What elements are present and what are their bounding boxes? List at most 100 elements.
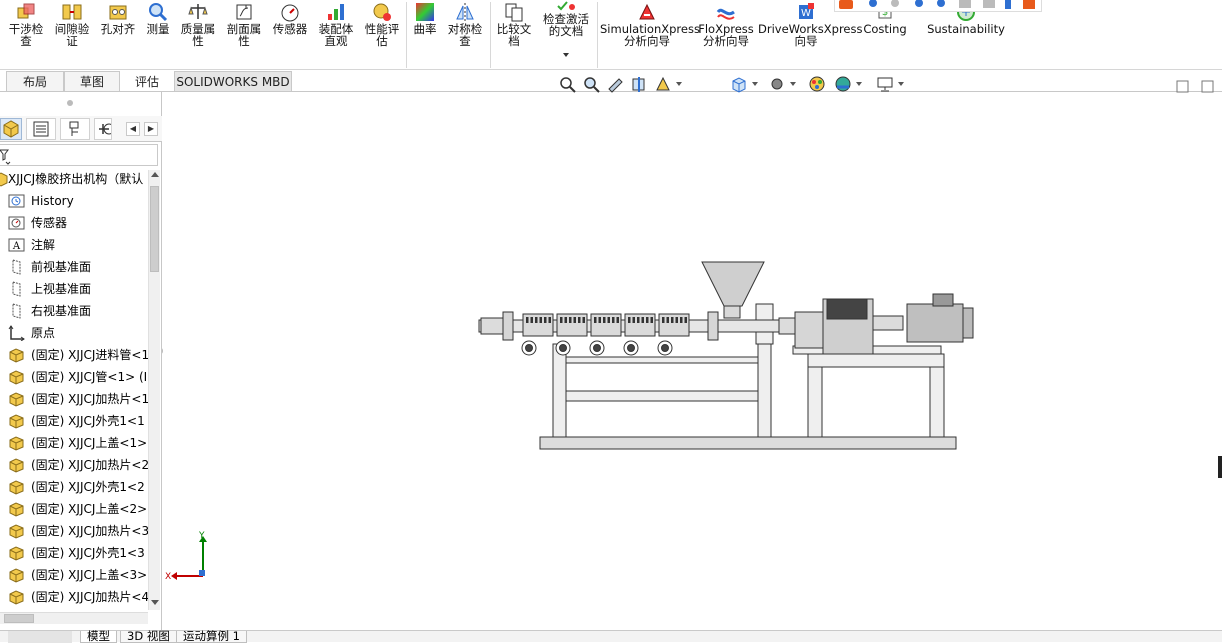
tab-3d-views[interactable]: 3D 视图 — [120, 630, 177, 643]
dynamic-annotation-icon[interactable] — [654, 75, 672, 93]
configuration-manager-icon — [69, 121, 79, 136]
chevron-down-icon[interactable] — [898, 82, 904, 86]
maximize-icon[interactable] — [1201, 80, 1214, 93]
scroll-down-icon[interactable] — [151, 600, 159, 605]
heater-fin — [544, 317, 547, 323]
edit-appearance-icon[interactable] — [808, 75, 826, 93]
tab-sketch[interactable]: 草图 — [64, 71, 120, 91]
tab-scroll-left[interactable]: ◀ — [126, 122, 140, 136]
tab-feature-tree[interactable] — [0, 118, 22, 140]
zoom-to-area-icon[interactable] — [582, 75, 600, 93]
tree-item-part[interactable]: (固定) XJJCJ外壳1<1 — [0, 410, 148, 432]
tree-item-right-plane[interactable]: 右视基准面 — [0, 300, 148, 322]
scrollbar-thumb[interactable] — [150, 186, 159, 272]
tree-item-origin[interactable]: 原点 — [0, 322, 148, 344]
heater-fin — [641, 317, 644, 323]
tree-item-part[interactable]: (固定) XJJCJ加热片<1 — [0, 388, 148, 410]
tab-configuration-manager[interactable] — [60, 118, 90, 140]
curvature-icon — [415, 2, 435, 22]
sensor-button[interactable]: 传感器 — [268, 0, 312, 70]
clearance-verification-button[interactable]: 间隙验 证 — [50, 0, 94, 70]
tree-item-part[interactable]: (固定) XJJCJ上盖<1> — [0, 432, 148, 454]
tab-nav-arrows[interactable] — [8, 631, 72, 643]
part-icon — [9, 590, 24, 605]
hole-alignment-button[interactable]: 孔对齐 — [96, 0, 140, 70]
heater-fin — [578, 317, 581, 323]
display-style-icon[interactable] — [768, 75, 786, 93]
part-icon — [9, 568, 24, 583]
svg-text:W: W — [801, 8, 811, 19]
symmetry-check-button[interactable]: 对称检 查 — [443, 0, 487, 70]
part-icon — [9, 524, 24, 539]
simulationxpress-icon — [637, 2, 657, 22]
tree-item-history[interactable]: History — [0, 190, 148, 212]
tree-item-part[interactable]: (固定) XJJCJ外壳1<2 — [0, 476, 148, 498]
tree-item-part[interactable]: (固定) XJJCJ加热片<4 — [0, 586, 148, 608]
tree-item-annotations[interactable]: A 注解 — [0, 234, 148, 256]
tree-item-front-plane[interactable]: 前视基准面 — [0, 256, 148, 278]
tab-motion-study[interactable]: 运动算例 1 — [176, 630, 247, 643]
tree-horizontal-scrollbar[interactable] — [0, 612, 148, 624]
graphics-area[interactable]: Y X — [163, 94, 1222, 630]
history-icon — [8, 194, 25, 208]
tree-item-top-plane[interactable]: 上视基准面 — [0, 278, 148, 300]
feature-tree-filter[interactable] — [0, 144, 158, 166]
floxpress-button[interactable]: FloXpress 分析向导 — [696, 0, 756, 70]
chevron-down-icon[interactable] — [563, 53, 569, 57]
system-tray-strip — [834, 0, 1042, 12]
apply-scene-icon[interactable] — [834, 75, 852, 93]
tab-property-manager[interactable] — [26, 118, 56, 140]
sensor-folder-icon — [8, 216, 25, 230]
tree-root-assembly[interactable]: XJJCJ橡胶挤出机构（默认 — [0, 170, 148, 190]
tree-item-part[interactable]: (固定) XJJCJ上盖<3> — [0, 564, 148, 586]
chevron-down-icon[interactable] — [676, 82, 682, 86]
tree-item-part[interactable]: (固定) XJJCJ进料管<1 — [0, 344, 148, 366]
previous-view-icon[interactable] — [606, 75, 624, 93]
tree-item-sensors[interactable]: 传感器 — [0, 212, 148, 234]
smile-icon — [915, 0, 923, 7]
tree-item-part[interactable]: (固定) XJJCJ上盖<2> — [0, 498, 148, 520]
tray-icons — [839, 0, 1035, 9]
tab-scroll-right[interactable]: ▶ — [144, 122, 158, 136]
chevron-down-icon[interactable] — [856, 82, 862, 86]
tab-model[interactable]: 模型 — [80, 630, 117, 643]
compare-documents-button[interactable]: 比较文 档 — [493, 0, 535, 70]
top-beam — [565, 356, 759, 364]
measure-button[interactable]: 测量 — [142, 0, 174, 70]
scrollbar-thumb[interactable] — [4, 614, 34, 623]
curvature-button[interactable]: 曲率 — [409, 0, 441, 70]
view-orientation-icon[interactable] — [730, 75, 748, 93]
scroll-up-icon[interactable] — [151, 172, 159, 177]
tab-dimxpert[interactable] — [94, 118, 115, 140]
middle-leg — [757, 343, 772, 438]
heater-fin — [616, 317, 619, 323]
tree-vertical-scrollbar[interactable] — [148, 170, 160, 610]
tree-item-part[interactable]: (固定) XJJCJ管<1> (I — [0, 366, 148, 388]
tree-item-part[interactable]: (固定) XJJCJ外壳1<3 — [0, 542, 148, 564]
chevron-down-icon[interactable] — [752, 82, 758, 86]
chevron-down-icon[interactable] — [790, 82, 796, 86]
ribbon-separator — [406, 2, 407, 68]
check-active-document-button[interactable]: 检查激活 的文档 — [538, 0, 594, 70]
tree-item-part[interactable]: (固定) XJJCJ加热片<2 — [0, 454, 148, 476]
section-properties-button[interactable]: 剖面属 性 — [222, 0, 266, 70]
interference-detection-button[interactable]: 干涉检 查 — [4, 0, 48, 70]
tab-solidworks-mbd[interactable]: SOLIDWORKS MBD — [174, 71, 292, 91]
heater-fin — [530, 317, 533, 323]
mass-properties-button[interactable]: 质量属 性 — [176, 0, 220, 70]
simulationxpress-button[interactable]: SimulationXpress 分析向导 — [600, 0, 700, 70]
section-view-icon[interactable] — [630, 75, 648, 93]
performance-evaluation-button[interactable]: 性能评 估 — [360, 0, 404, 70]
restore-icon[interactable] — [1176, 80, 1189, 93]
panel-grip[interactable] — [67, 100, 73, 106]
assembly-visualization-button[interactable]: 装配体 直观 — [314, 0, 358, 70]
tab-layout[interactable]: 布局 — [6, 71, 64, 91]
triad-y-label: Y — [198, 531, 205, 541]
view-settings-icon[interactable] — [876, 75, 894, 93]
zoom-to-fit-icon[interactable] — [558, 75, 576, 93]
feature-tree: XJJCJ橡胶挤出机构（默认 History 传感器 A 注解 前视基准面 上视… — [0, 170, 148, 620]
heater-fin — [603, 317, 606, 323]
tab-evaluate[interactable]: 评估 — [120, 71, 174, 91]
tree-item-part[interactable]: (固定) XJJCJ加热片<3 — [0, 520, 148, 542]
feature-tree-icon — [3, 120, 19, 138]
